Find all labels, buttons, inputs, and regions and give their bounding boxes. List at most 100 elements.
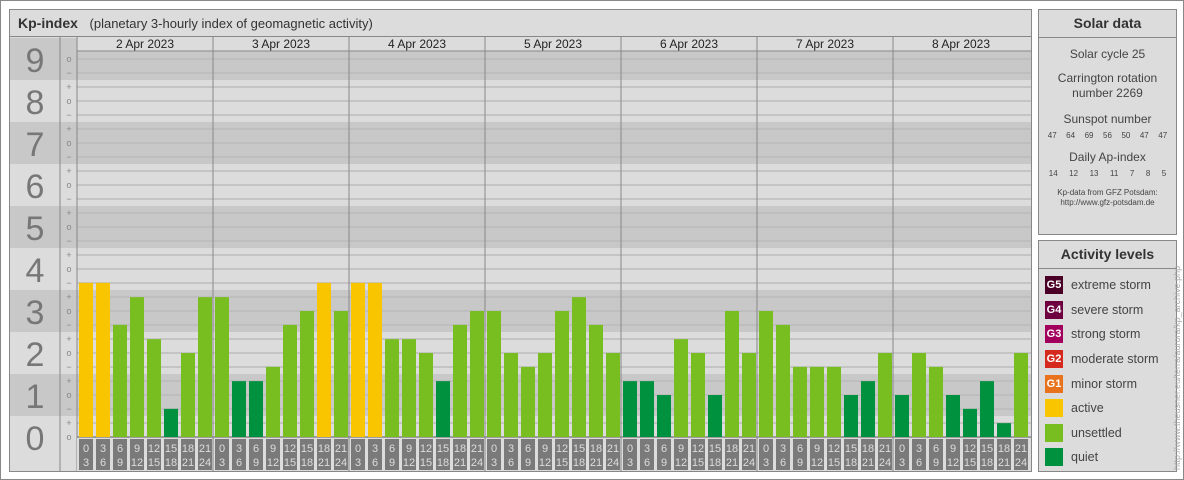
kp-bar bbox=[402, 339, 416, 437]
time-label-start: 3 bbox=[236, 443, 242, 455]
time-label-start: 9 bbox=[950, 443, 956, 455]
kp-bar bbox=[725, 311, 739, 437]
time-label-start: 6 bbox=[525, 443, 531, 455]
y-tick-label: 3 bbox=[26, 294, 45, 332]
time-label-start: 12 bbox=[420, 443, 432, 455]
time-label-end: 18 bbox=[709, 457, 721, 469]
time-label-end: 12 bbox=[947, 457, 959, 469]
day-label: 7 Apr 2023 bbox=[796, 37, 854, 51]
time-label-start: 0 bbox=[491, 443, 497, 455]
time-label-end: 9 bbox=[797, 457, 803, 469]
kp-bar bbox=[334, 311, 348, 437]
time-label-start: 18 bbox=[590, 443, 602, 455]
time-label-start: 9 bbox=[542, 443, 548, 455]
kp-chart-panel: Kp-index (planetary 3-hourly index of ge… bbox=[9, 9, 1032, 472]
time-label-start: 18 bbox=[862, 443, 874, 455]
data-credit: Kp-data from GFZ Potsdam: bbox=[1057, 188, 1158, 197]
sunspot-value: 50 bbox=[1121, 131, 1131, 140]
time-label-end: 18 bbox=[301, 457, 313, 469]
time-label-start: 0 bbox=[627, 443, 633, 455]
time-label-end: 6 bbox=[372, 457, 378, 469]
ap-value: 8 bbox=[1145, 169, 1151, 178]
time-label-start: 6 bbox=[797, 443, 803, 455]
time-label-end: 15 bbox=[964, 457, 976, 469]
kp-bar bbox=[623, 381, 637, 437]
time-label-start: 21 bbox=[607, 443, 619, 455]
kp-bar bbox=[572, 297, 586, 437]
y-tick-label: 9 bbox=[26, 42, 45, 80]
time-label-start: 21 bbox=[743, 443, 755, 455]
time-label-end: 15 bbox=[284, 457, 296, 469]
time-label-end: 24 bbox=[335, 457, 347, 469]
time-label-start: 15 bbox=[301, 443, 313, 455]
time-label-end: 3 bbox=[491, 457, 497, 469]
time-label-start: 0 bbox=[763, 443, 769, 455]
time-label-end: 9 bbox=[253, 457, 259, 469]
time-label-start: 21 bbox=[335, 443, 347, 455]
time-label-end: 9 bbox=[933, 457, 939, 469]
solar-data-title: Solar data bbox=[1039, 10, 1176, 38]
kp-bar bbox=[997, 423, 1011, 437]
time-label-start: 18 bbox=[318, 443, 330, 455]
kp-bar bbox=[266, 366, 280, 437]
third-mark: o bbox=[66, 222, 71, 232]
time-label-end: 18 bbox=[845, 457, 857, 469]
time-label-end: 15 bbox=[692, 457, 704, 469]
time-label-start: 15 bbox=[573, 443, 585, 455]
kp-bar bbox=[657, 395, 671, 437]
kp-bar bbox=[742, 353, 756, 437]
kp-bar bbox=[878, 353, 892, 437]
third-mark: o bbox=[66, 180, 71, 190]
third-mark: o bbox=[66, 264, 71, 274]
time-label-start: 18 bbox=[998, 443, 1010, 455]
time-label-end: 12 bbox=[267, 457, 279, 469]
time-label-end: 24 bbox=[199, 457, 211, 469]
kp-bar bbox=[895, 395, 909, 437]
time-label-start: 3 bbox=[508, 443, 514, 455]
legend-swatch bbox=[1045, 423, 1063, 442]
kp-bar bbox=[419, 353, 433, 437]
time-label-end: 3 bbox=[219, 457, 225, 469]
legend-swatch bbox=[1045, 448, 1063, 467]
time-label-end: 21 bbox=[590, 457, 602, 469]
y-tick-label: 7 bbox=[26, 126, 45, 164]
legend-item: active bbox=[1039, 396, 1176, 421]
legend-label: severe storm bbox=[1071, 302, 1144, 317]
time-label-start: 3 bbox=[644, 443, 650, 455]
kp-bar bbox=[147, 339, 161, 437]
ap-values: 14 12 13 11 7 8 5 bbox=[1039, 169, 1176, 178]
time-label-start: 6 bbox=[117, 443, 123, 455]
kp-bar bbox=[691, 353, 705, 437]
third-mark: − bbox=[66, 320, 71, 330]
time-label-end: 12 bbox=[811, 457, 823, 469]
third-mark: − bbox=[66, 278, 71, 288]
chart-title-bar: Kp-index (planetary 3-hourly index of ge… bbox=[10, 10, 1031, 37]
third-mark: + bbox=[66, 82, 71, 92]
legend-item: unsettled bbox=[1039, 421, 1176, 446]
time-label-end: 12 bbox=[539, 457, 551, 469]
kp-bar bbox=[79, 282, 93, 437]
kp-bar bbox=[929, 366, 943, 437]
kp-bar bbox=[470, 311, 484, 437]
third-mark: o bbox=[66, 432, 71, 442]
time-label-end: 9 bbox=[117, 457, 123, 469]
activity-levels-title: Activity levels bbox=[1039, 241, 1176, 269]
kp-bar bbox=[283, 324, 297, 437]
legend-item: G4 severe storm bbox=[1039, 298, 1176, 323]
ap-value: 14 bbox=[1048, 169, 1058, 178]
third-mark: − bbox=[66, 110, 71, 120]
third-mark: o bbox=[66, 138, 71, 148]
legend-list: G5 extreme storm G4 severe storm G3 strong st… bbox=[1039, 269, 1176, 470]
time-label-end: 3 bbox=[83, 457, 89, 469]
time-label-end: 3 bbox=[899, 457, 905, 469]
solar-data-panel: Solar data Solar cycle 25 Carrington rot… bbox=[1038, 9, 1177, 235]
third-mark: + bbox=[66, 376, 71, 386]
kp-bar bbox=[606, 353, 620, 437]
kp-bar bbox=[810, 366, 824, 437]
time-label-start: 21 bbox=[199, 443, 211, 455]
time-label-start: 12 bbox=[284, 443, 296, 455]
sunspot-value: 47 bbox=[1047, 131, 1057, 140]
data-credit-link[interactable]: http://www.gfz-potsdam.de bbox=[1039, 198, 1176, 208]
third-mark: + bbox=[66, 250, 71, 260]
time-label-start: 0 bbox=[899, 443, 905, 455]
